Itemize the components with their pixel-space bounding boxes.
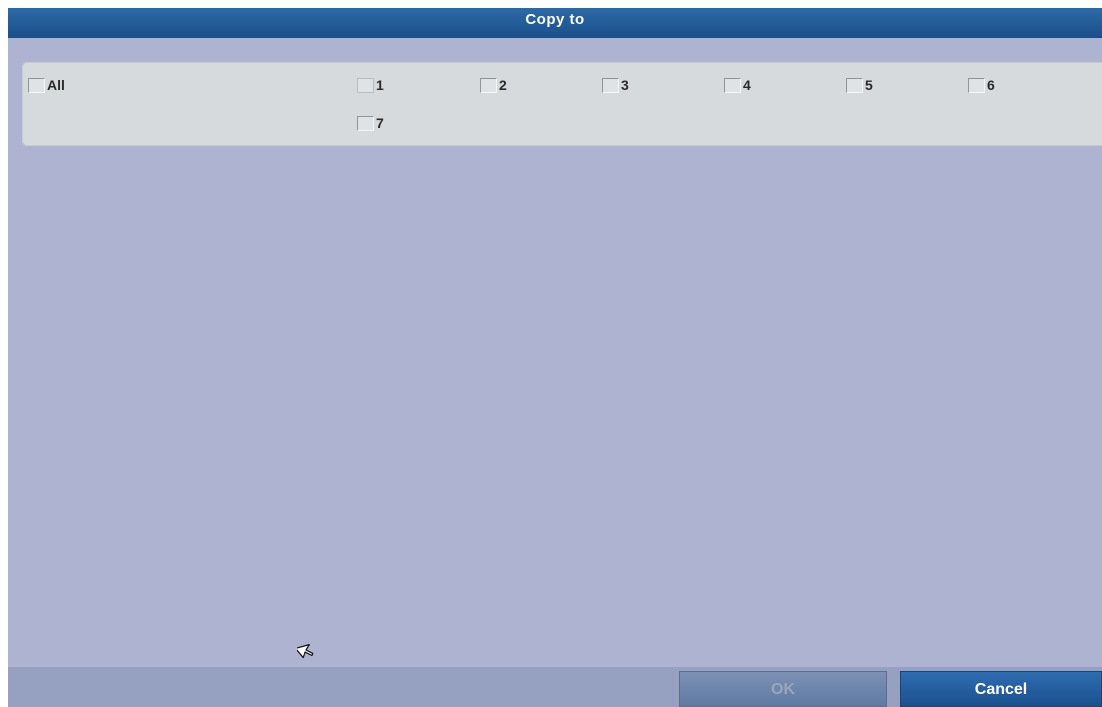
ok-button[interactable]: OK — [679, 671, 887, 707]
checkbox-all-label: All — [47, 77, 65, 93]
checkbox-channel-7[interactable]: 7 — [357, 113, 384, 133]
checkbox-channel-1-box[interactable] — [357, 77, 374, 93]
checkbox-channel-1-label: 1 — [376, 77, 384, 93]
checkbox-channel-4[interactable]: 4 — [724, 75, 751, 95]
checkbox-channel-3-box[interactable] — [602, 77, 619, 93]
cancel-button[interactable]: Cancel — [900, 671, 1102, 707]
checkbox-channel-2[interactable]: 2 — [480, 75, 507, 95]
copy-to-dialog: Copy to All 1 2 3 4 5 6 7 OK Cancel — [8, 8, 1102, 707]
checkbox-channel-6-label: 6 — [987, 77, 995, 93]
title-bar: Copy to — [8, 8, 1102, 38]
checkbox-channel-3[interactable]: 3 — [602, 75, 629, 95]
checkbox-channel-6-box[interactable] — [968, 77, 985, 93]
checkbox-channel-4-label: 4 — [743, 77, 751, 93]
checkbox-channel-6[interactable]: 6 — [968, 75, 995, 95]
checkbox-channel-7-label: 7 — [376, 115, 384, 131]
channel-selection-panel: All 1 2 3 4 5 6 7 — [22, 62, 1102, 146]
checkbox-channel-5-label: 5 — [865, 77, 873, 93]
checkbox-channel-7-box[interactable] — [357, 115, 374, 131]
checkbox-channel-5-box[interactable] — [846, 77, 863, 93]
checkbox-channel-1[interactable]: 1 — [357, 75, 384, 95]
checkbox-channel-4-box[interactable] — [724, 77, 741, 93]
dialog-title: Copy to — [525, 11, 585, 28]
mouse-pointer-icon — [297, 644, 314, 659]
checkbox-channel-2-box[interactable] — [480, 77, 497, 93]
checkbox-channel-2-label: 2 — [499, 77, 507, 93]
checkbox-channel-3-label: 3 — [621, 77, 629, 93]
checkbox-all[interactable]: All — [28, 75, 65, 95]
checkbox-channel-5[interactable]: 5 — [846, 75, 873, 95]
checkbox-all-box[interactable] — [28, 77, 45, 93]
